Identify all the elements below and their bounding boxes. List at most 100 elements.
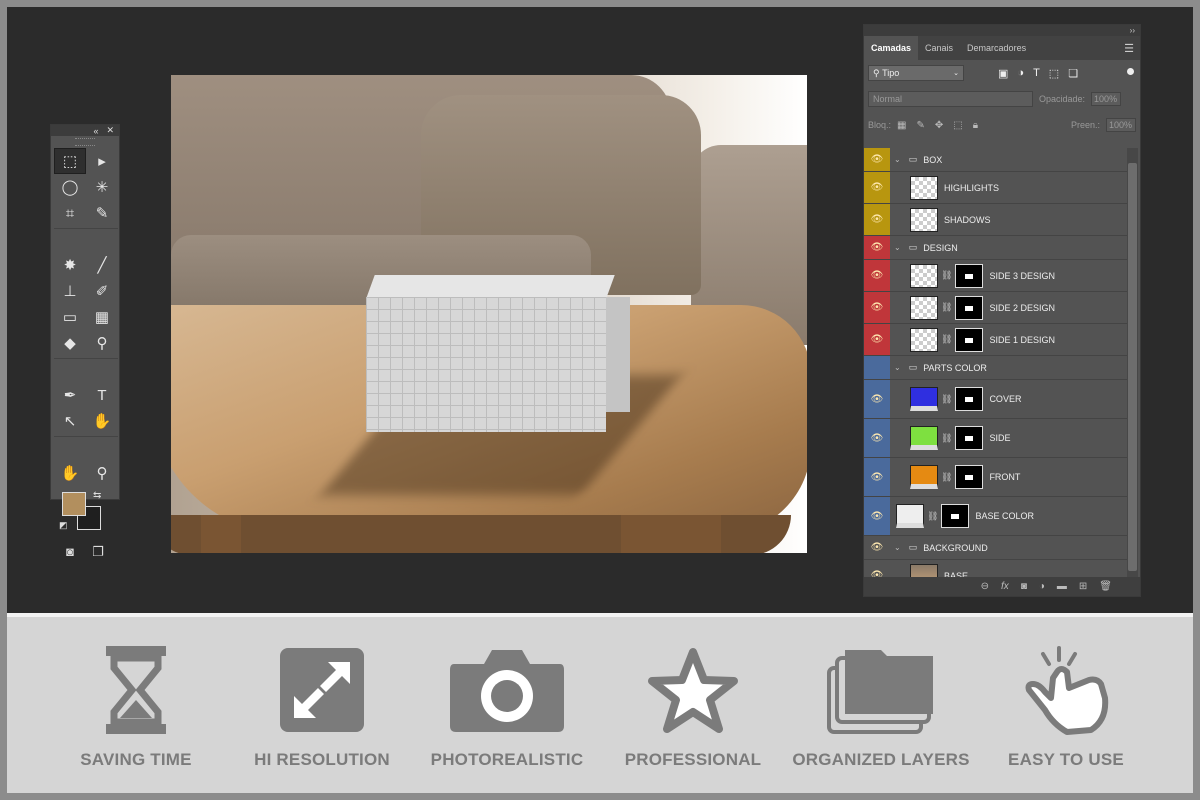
layer-mask-thumbnail[interactable]	[955, 295, 984, 320]
panel-collapse-icon[interactable]: ››	[864, 25, 1140, 36]
visibility-eye-icon[interactable]: 👁︎	[864, 292, 890, 323]
link-layers-icon[interactable]: ⊖	[981, 581, 989, 592]
layer-mask-thumbnail[interactable]	[955, 263, 984, 288]
layer-row[interactable]: 👁︎ ⌄ ▭ DESIGN	[864, 236, 1127, 260]
layer-row[interactable]: 👁︎ ⌄ ▭ BOX	[864, 148, 1127, 172]
layer-row[interactable]: 👁︎ ⌄ ▭ BACKGROUND	[864, 536, 1127, 560]
clone-stamp-tool-icon[interactable]: ⊥	[54, 278, 86, 304]
adjustment-layer-icon[interactable]: ◑	[1039, 581, 1045, 592]
lock-transparency-icon[interactable]: ▦	[897, 120, 906, 131]
lock-artboard-icon[interactable]: ⬚	[953, 120, 962, 131]
tab-channels[interactable]: Canais	[918, 36, 960, 60]
layer-row[interactable]: 👁︎ ⛓︎ SIDE 3 DESIGN	[864, 260, 1127, 292]
layer-row[interactable]: 👁︎ SHADOWS	[864, 204, 1127, 236]
lasso-tool-icon[interactable]: ◯	[54, 174, 86, 200]
layer-mask-thumbnail[interactable]	[955, 426, 984, 450]
layers-scrollbar-thumb[interactable]	[1128, 163, 1137, 571]
mask-link-icon[interactable]: ⛓︎	[941, 433, 952, 444]
layer-filter-select[interactable]: ⚲ Tipo ⌄	[868, 65, 964, 81]
visibility-eye-icon[interactable]: 👁︎	[864, 458, 890, 496]
shape-filter-icon[interactable]: ⬚	[1049, 67, 1059, 80]
visibility-eye-icon[interactable]: 👁︎	[864, 172, 890, 203]
screen-mode-icon[interactable]: ❐	[92, 544, 104, 560]
mask-link-icon[interactable]: ⛓︎	[927, 511, 938, 522]
blend-mode-select[interactable]: Normal	[868, 91, 1033, 107]
layer-row[interactable]: 👁︎ ⛓︎ FRONT	[864, 458, 1127, 497]
marquee-tool-icon[interactable]: ⬚	[54, 148, 86, 174]
lock-all-icon[interactable]: 🔒︎	[973, 120, 978, 131]
visibility-eye-icon[interactable]: 👁︎	[864, 536, 890, 559]
close-icon[interactable]: ✕	[106, 125, 114, 136]
history-brush-tool-icon[interactable]: ✐	[86, 278, 118, 304]
visibility-eye-icon[interactable]: 👁︎	[864, 497, 890, 535]
foreground-color-swatch[interactable]	[62, 492, 86, 516]
move-tool-icon[interactable]: ▸	[86, 148, 118, 174]
lock-position-icon[interactable]: ✥	[935, 120, 943, 131]
layer-mask-thumbnail[interactable]	[955, 465, 984, 489]
mask-link-icon[interactable]: ⛓︎	[941, 302, 952, 313]
layer-row[interactable]: 👁︎ ⛓︎ SIDE 1 DESIGN	[864, 324, 1127, 356]
type-tool-icon[interactable]: T	[86, 382, 118, 408]
visibility-eye-icon[interactable]: 👁︎	[864, 260, 890, 291]
pen-tool-icon[interactable]: ✒	[54, 382, 86, 408]
expand-group-icon[interactable]: ⌄	[894, 243, 901, 252]
tab-layers[interactable]: Camadas	[864, 36, 919, 60]
visibility-eye-icon[interactable]: 👁︎	[864, 380, 890, 418]
mask-link-icon[interactable]: ⛓︎	[941, 334, 952, 345]
hand-tool-icon[interactable]: ✋	[54, 460, 86, 486]
layer-row[interactable]: 👁︎ HIGHLIGHTS	[864, 172, 1127, 204]
adjustment-filter-icon[interactable]: ◑	[1017, 67, 1024, 80]
layer-row[interactable]: 👁︎ ⛓︎ SIDE	[864, 419, 1127, 458]
layer-mask-thumbnail[interactable]	[955, 387, 984, 411]
visibility-eye-icon[interactable]: 👁︎	[864, 356, 890, 379]
path-selection-tool-icon[interactable]: ↖	[54, 408, 86, 434]
gradient-tool-icon[interactable]: ▦	[86, 304, 118, 330]
expand-group-icon[interactable]: ⌄	[894, 363, 901, 372]
eraser-tool-icon[interactable]: ▭	[54, 304, 86, 330]
visibility-eye-icon[interactable]: 👁︎	[864, 236, 890, 259]
collapse-icon[interactable]: «	[93, 126, 98, 136]
brush-tool-icon[interactable]: ╱	[86, 252, 118, 278]
visibility-eye-icon[interactable]: 👁︎	[864, 148, 890, 171]
visibility-eye-icon[interactable]: 👁︎	[864, 419, 890, 457]
quick-mask-icon[interactable]: ◙	[66, 544, 74, 560]
layer-mask-thumbnail[interactable]	[955, 327, 984, 352]
type-filter-icon[interactable]: T	[1033, 67, 1040, 80]
pixel-filter-icon[interactable]: ▣	[998, 67, 1008, 80]
zoom-tool-icon[interactable]: ⚲	[86, 460, 118, 486]
fill-input[interactable]: 100%	[1106, 118, 1136, 132]
new-group-icon[interactable]: ▬	[1057, 581, 1067, 592]
opacity-input[interactable]: 100%	[1091, 92, 1122, 106]
dodge-tool-icon[interactable]: ⚲	[86, 330, 118, 356]
delete-layer-icon[interactable]: 🗑︎	[1099, 581, 1112, 592]
layer-row[interactable]: 👁︎ ⌄ ▭ PARTS COLOR	[864, 356, 1127, 380]
expand-group-icon[interactable]: ⌄	[894, 543, 901, 552]
document-canvas[interactable]	[171, 75, 807, 553]
tab-paths[interactable]: Demarcadores	[960, 36, 1033, 60]
default-colors-icon[interactable]: ◩	[59, 520, 68, 531]
mask-link-icon[interactable]: ⛓︎	[941, 394, 952, 405]
mask-link-icon[interactable]: ⛓︎	[941, 472, 952, 483]
layer-row[interactable]: 👁︎ ⛓︎ COVER	[864, 380, 1127, 419]
swap-colors-icon[interactable]: ⇆	[93, 490, 101, 501]
layer-row[interactable]: 👁︎ ⛓︎ BASE COLOR	[864, 497, 1127, 536]
fx-icon[interactable]: fx	[1001, 581, 1009, 592]
add-mask-icon[interactable]: ◙	[1021, 581, 1027, 592]
smart-object-filter-icon[interactable]: ❏	[1068, 67, 1078, 80]
blur-tool-icon[interactable]: ◆	[54, 330, 86, 356]
panel-grip[interactable]	[75, 138, 95, 146]
lock-pixels-icon[interactable]: ✎	[916, 120, 924, 131]
crop-tool-icon[interactable]: ⌗	[54, 200, 86, 226]
eyedropper-tool-icon[interactable]: ✎	[86, 200, 118, 226]
layer-row[interactable]: 👁︎ ⛓︎ SIDE 2 DESIGN	[864, 292, 1127, 324]
panel-menu-icon[interactable]: ☰	[1124, 42, 1134, 55]
custom-shape-tool-icon[interactable]: ✋	[86, 408, 118, 434]
visibility-eye-icon[interactable]: 👁︎	[864, 204, 890, 235]
visibility-eye-icon[interactable]: 👁︎	[864, 324, 890, 355]
filter-toggle[interactable]	[1127, 68, 1134, 75]
healing-brush-tool-icon[interactable]: ✸	[54, 252, 86, 278]
magic-wand-tool-icon[interactable]: ✳	[86, 174, 118, 200]
mask-link-icon[interactable]: ⛓︎	[941, 270, 952, 281]
layer-mask-thumbnail[interactable]	[941, 504, 970, 528]
expand-group-icon[interactable]: ⌄	[894, 155, 901, 164]
